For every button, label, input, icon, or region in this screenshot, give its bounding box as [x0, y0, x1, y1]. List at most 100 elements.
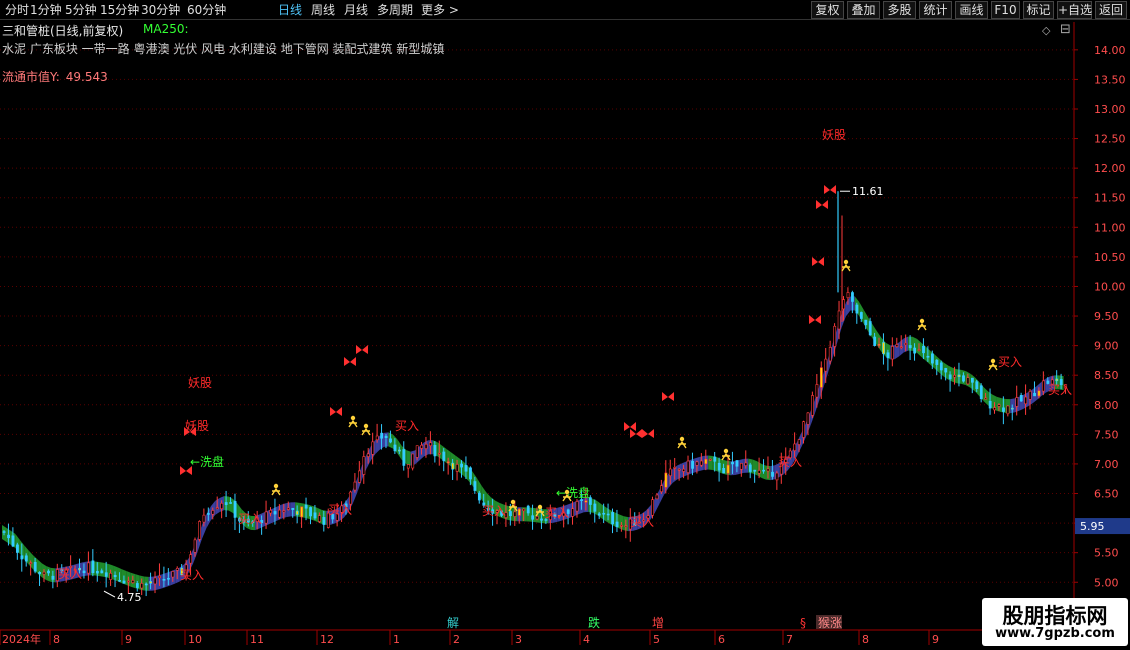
candle-body	[158, 575, 161, 578]
candle-body	[917, 349, 921, 351]
timeframe-tab-2[interactable]: 5分钟	[65, 2, 97, 18]
candle-body	[571, 508, 575, 517]
candle-body	[886, 352, 890, 359]
candle-body	[24, 555, 28, 562]
candle-body	[398, 449, 401, 452]
candle-body	[1042, 380, 1045, 392]
candle-body	[318, 515, 321, 522]
candle-body	[300, 506, 304, 518]
candle-body	[771, 471, 774, 477]
candle-body	[278, 509, 281, 518]
candle-body	[207, 513, 210, 515]
signal-label-red: 买入	[328, 503, 352, 517]
price-chart[interactable]: 14.00 13.50 13.00 12.50 12.00 11.50 11.00 10.50…	[0, 0, 1130, 650]
toolbar-button-8[interactable]: 返回	[1095, 1, 1127, 19]
candle-body	[286, 507, 290, 510]
candle-body	[415, 445, 419, 458]
timeframe-tab-1[interactable]: 1分钟	[30, 2, 62, 18]
timeframe-tab-8[interactable]: 月线	[344, 2, 368, 18]
butterfly-icon	[356, 345, 368, 354]
candle-body	[806, 412, 810, 425]
candle-body	[757, 470, 761, 474]
candle-body	[615, 521, 619, 528]
butterfly-icon	[824, 185, 836, 194]
candle-body	[877, 344, 881, 346]
x-tick-label: 5	[653, 633, 660, 646]
toolbar-button-7[interactable]: +自选	[1057, 1, 1092, 19]
signal-label-red: 买入	[778, 455, 802, 469]
trend-ribbon-segment	[406, 450, 411, 466]
person-icon-body	[361, 427, 371, 436]
toolbar-button-4[interactable]: 画线	[955, 1, 988, 19]
candle-body	[953, 375, 957, 378]
candle-body	[109, 573, 113, 580]
candle-body	[269, 510, 273, 514]
candle-body	[975, 381, 979, 389]
toolbar-button-3[interactable]: 统计	[919, 1, 952, 19]
bottom-marker: 跌	[588, 615, 600, 630]
person-icon-body	[988, 362, 998, 371]
candle-body	[1002, 407, 1005, 412]
candle-body	[811, 395, 814, 416]
candle-body	[113, 574, 117, 578]
person-icon-body	[841, 263, 851, 272]
collapse-icon[interactable]: ⊟	[1060, 22, 1071, 37]
bottom-marker: 解	[447, 616, 459, 630]
timeframe-tab-6[interactable]: 日线	[278, 2, 302, 18]
butterfly-icon	[662, 392, 674, 401]
candle-body	[713, 456, 717, 462]
candle-body	[606, 513, 610, 516]
candle-body	[229, 502, 233, 504]
timeframe-tab-5[interactable]: 60分钟	[187, 2, 226, 18]
candle-body	[775, 472, 779, 481]
candle-body	[931, 353, 934, 364]
candle-body	[211, 510, 215, 515]
toolbar-button-5[interactable]: F10	[991, 1, 1020, 19]
float-market-cap: 流通市值Y: 49.543	[2, 68, 108, 85]
candle-body	[895, 344, 899, 347]
candle-body	[864, 319, 868, 326]
candle-body	[451, 462, 455, 470]
x-tick-label: 9	[932, 633, 939, 646]
candle-body	[264, 511, 268, 524]
candle-body	[655, 494, 659, 500]
person-icon	[990, 358, 996, 364]
timeframe-tab-3[interactable]: 15分钟	[100, 2, 139, 18]
toolbar-button-0[interactable]: 复权	[811, 1, 844, 19]
candle-body	[873, 336, 877, 346]
timeframe-tab-0[interactable]: 分时	[5, 2, 29, 18]
toolbar-button-2[interactable]: 多股	[883, 1, 916, 19]
timeframe-tab-7[interactable]: 周线	[311, 2, 335, 18]
candle-body	[668, 468, 672, 477]
candle-body	[371, 441, 375, 455]
timeframe-tab-10[interactable]: 更多 >	[421, 2, 459, 18]
candle-body	[220, 503, 224, 510]
signal-label-red: 买入	[58, 567, 82, 581]
signal-label-green: ←洗盘	[556, 485, 590, 500]
person-icon-body	[917, 322, 927, 331]
diamond-icon[interactable]: ◇	[1042, 24, 1050, 37]
y-tick-label: 7.50	[1094, 428, 1119, 441]
candle-body	[460, 463, 463, 468]
candle-body	[744, 462, 748, 466]
candle-body	[926, 355, 930, 358]
candle-body	[704, 458, 708, 465]
timeframe-tab-4[interactable]: 30分钟	[141, 2, 180, 18]
candle-body	[2, 531, 6, 533]
candle-body	[904, 342, 908, 346]
toolbar-button-6[interactable]: 标记	[1023, 1, 1054, 19]
timeframe-tab-9[interactable]: 多周期	[377, 2, 413, 18]
candle-body	[282, 510, 286, 513]
candle-body	[531, 515, 535, 520]
bottom-marker: 猴涨	[818, 615, 842, 630]
signal-label-red: 买入	[482, 504, 506, 518]
toolbar-button-1[interactable]: 叠加	[847, 1, 880, 19]
person-icon-body	[271, 487, 281, 496]
candle-body	[597, 513, 601, 516]
candle-body	[1037, 390, 1041, 397]
candle-body	[135, 583, 139, 588]
signal-label-red: 买入	[998, 355, 1022, 369]
signal-label-red: 买入	[545, 506, 569, 520]
candle-body	[748, 464, 752, 472]
person-icon	[350, 415, 356, 421]
